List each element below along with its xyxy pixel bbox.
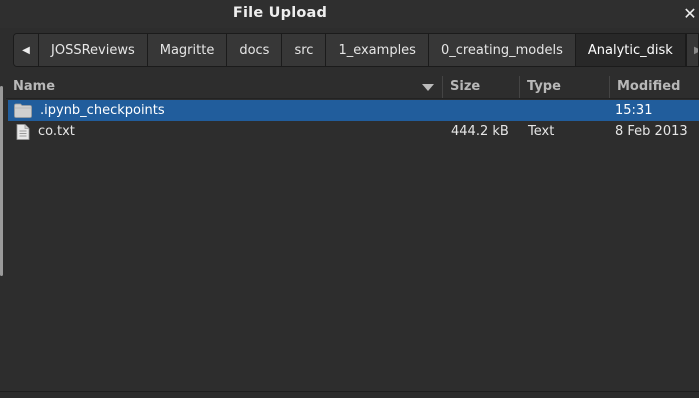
dialog-title: File Upload (232, 5, 328, 21)
name-cell: co.txt (8, 121, 443, 142)
column-header-modified[interactable]: Modified (610, 76, 699, 98)
title-bar: File Upload ✕ (0, 0, 699, 28)
column-header-size[interactable]: Size (443, 76, 520, 98)
column-header-size-label: Size (450, 79, 481, 94)
folder-icon (14, 103, 32, 118)
file-size (443, 100, 520, 121)
column-header-name-label: Name (13, 79, 56, 94)
path-scroll-right-button[interactable]: ▶ (685, 34, 698, 66)
scrollbar[interactable] (0, 86, 3, 276)
file-modified: 15:31 (615, 103, 653, 118)
text-file-icon (16, 123, 30, 140)
close-button[interactable]: ✕ (681, 4, 699, 24)
file-size: 444.2 kB (451, 124, 509, 139)
column-header-name[interactable]: Name (6, 76, 443, 98)
file-type (520, 100, 610, 121)
breadcrumb-0-creating-models[interactable]: 0_creating_models (428, 34, 576, 66)
file-row-co-txt[interactable]: co.txt 444.2 kB Text 8 Feb 2013 (8, 121, 699, 142)
file-modified: 8 Feb 2013 (615, 124, 688, 139)
file-row-ipynb-checkpoints[interactable]: .ipynb_checkpoints 15:31 (8, 100, 699, 121)
breadcrumb-docs[interactable]: docs (227, 34, 283, 66)
column-header-type[interactable]: Type (520, 76, 610, 98)
chevron-right-icon: ▶ (694, 45, 698, 56)
file-list-header: Name Size Type Modified (6, 76, 699, 99)
breadcrumb-1-examples[interactable]: 1_examples (326, 34, 429, 66)
chevron-left-icon: ◀ (22, 44, 30, 56)
path-bar: ◀ JOSSReviews Magritte docs src 1_exampl… (13, 33, 699, 67)
column-header-modified-label: Modified (617, 79, 681, 94)
column-header-type-label: Type (527, 79, 561, 94)
file-name: .ipynb_checkpoints (40, 103, 165, 118)
name-cell: .ipynb_checkpoints (8, 100, 443, 121)
path-scroll-left-button[interactable]: ◀ (14, 34, 39, 66)
breadcrumb-josssreviews[interactable]: JOSSReviews (39, 34, 148, 66)
file-upload-dialog: File Upload ✕ ◀ JOSSReviews Magritte doc… (0, 0, 699, 398)
file-name: co.txt (38, 124, 75, 139)
sort-descending-icon (422, 84, 434, 91)
breadcrumb-magritte[interactable]: Magritte (147, 34, 228, 66)
dialog-footer (0, 391, 699, 398)
breadcrumb-src[interactable]: src (282, 34, 327, 66)
breadcrumb-analytic-disk[interactable]: Analytic_disk (575, 34, 686, 66)
file-type: Text (528, 124, 555, 139)
